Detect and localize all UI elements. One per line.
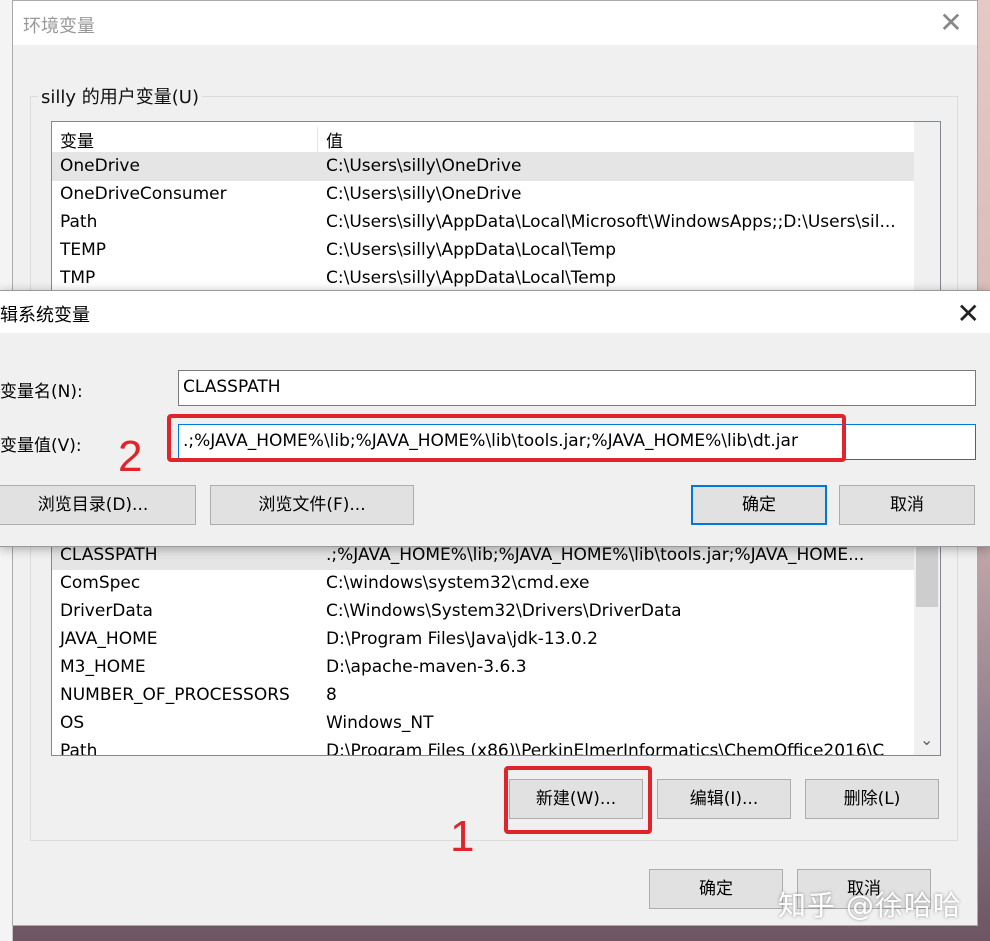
variable-name: OS (60, 713, 85, 733)
highlight-value-field (167, 414, 846, 462)
variable-name: Path (60, 212, 98, 232)
variable-value: C:\Windows\System32\Drivers\DriverData (326, 601, 682, 621)
variable-value: C:\windows\system32\cmd.exe (326, 573, 590, 593)
variable-value: .;%JAVA_HOME%\lib;%JAVA_HOME%\lib\tools.… (326, 545, 865, 565)
column-header-value[interactable]: 值 (326, 127, 343, 152)
list-item[interactable]: OneDrive C:\Users\silly\OneDrive (52, 153, 914, 181)
variable-value: D:\Program Files (x86)\PerkinElmerInform… (326, 741, 885, 756)
variable-name: M3_HOME (60, 657, 146, 677)
variable-value-label: 变量值(V): (0, 436, 82, 456)
list-item[interactable]: DriverData C:\Windows\System32\Drivers\D… (52, 598, 914, 626)
variable-name: OneDrive (60, 156, 140, 176)
list-item[interactable]: M3_HOME D:\apache-maven-3.6.3 (52, 654, 914, 682)
system-variables-list[interactable]: CLASSPATH .;%JAVA_HOME%\lib;%JAVA_HOME%\… (51, 521, 941, 756)
variable-value: Windows_NT (326, 713, 434, 733)
list-item[interactable]: ComSpec C:\windows\system32\cmd.exe (52, 570, 914, 598)
variable-value: 8 (326, 685, 337, 705)
edit-button[interactable]: 编辑(I)... (657, 779, 791, 819)
annotation-step-2: 2 (118, 432, 143, 481)
browse-file-button[interactable]: 浏览文件(F)... (210, 485, 414, 525)
variable-name: CLASSPATH (60, 545, 158, 565)
close-icon[interactable]: ✕ (937, 9, 965, 37)
env-window-title: 环境变量 (23, 16, 95, 37)
list-item[interactable]: TMP C:\Users\silly\AppData\Local\Temp (52, 265, 914, 293)
variable-value: C:\Users\silly\OneDrive (326, 156, 522, 176)
variable-value: C:\Users\silly\AppData\Local\Microsoft\W… (326, 212, 896, 232)
list-item[interactable]: Path D:\Program Files (x86)\PerkinElmerI… (52, 738, 914, 756)
annotation-step-1: 1 (450, 812, 475, 861)
list-item[interactable]: TEMP C:\Users\silly\AppData\Local\Temp (52, 237, 914, 265)
variable-value: C:\Users\silly\AppData\Local\Temp (326, 268, 617, 288)
browse-directory-button[interactable]: 浏览目录(D)... (0, 485, 196, 525)
user-variables-group-label: silly 的用户变量(U) (38, 83, 202, 109)
variable-name: TMP (60, 268, 96, 288)
close-icon[interactable]: ✕ (957, 297, 980, 330)
ok-button[interactable]: 确定 (649, 869, 783, 909)
vertical-scrollbar[interactable]: ⌄ (914, 522, 940, 755)
variable-name: Path (60, 741, 98, 756)
list-header: 变量 值 (52, 122, 914, 157)
chevron-down-icon[interactable]: ⌄ (920, 730, 933, 749)
edit-dialog-titlebar: 辑系统变量 ✕ (0, 291, 990, 333)
list-item[interactable]: OneDriveConsumer C:\Users\silly\OneDrive (52, 181, 914, 209)
variable-value: C:\Users\silly\OneDrive (326, 184, 522, 204)
variable-name: OneDriveConsumer (60, 184, 227, 204)
delete-button[interactable]: 删除(L) (805, 779, 939, 819)
variable-value: D:\Program Files\Java\jdk-13.0.2 (326, 629, 598, 649)
variable-name-field[interactable]: CLASSPATH (178, 370, 976, 406)
watermark: 知乎 @徐哈哈 (778, 889, 962, 922)
variable-value: C:\Users\silly\AppData\Local\Temp (326, 240, 617, 260)
list-item[interactable]: OS Windows_NT (52, 710, 914, 738)
variable-name: NUMBER_OF_PROCESSORS (60, 685, 290, 705)
variable-name-label: 变量名(N): (0, 382, 83, 402)
list-item[interactable]: JAVA_HOME D:\Program Files\Java\jdk-13.0… (52, 626, 914, 654)
variable-name: ComSpec (60, 573, 141, 593)
user-variables-list[interactable]: 变量 值 OneDrive C:\Users\silly\OneDrive On… (51, 121, 941, 301)
highlight-new-button (504, 766, 652, 834)
scrollbar-thumb[interactable] (916, 542, 938, 607)
variable-name: TEMP (60, 240, 107, 260)
variable-value: D:\apache-maven-3.6.3 (326, 657, 527, 677)
edit-cancel-button[interactable]: 取消 (839, 485, 975, 525)
variable-name: JAVA_HOME (60, 629, 158, 649)
edit-ok-button[interactable]: 确定 (691, 485, 827, 525)
vertical-scrollbar[interactable] (914, 122, 940, 300)
variable-name: DriverData (60, 601, 153, 621)
column-header-variable[interactable]: 变量 (60, 127, 94, 152)
list-item[interactable]: Path C:\Users\silly\AppData\Local\Micros… (52, 209, 914, 237)
edit-dialog-title: 辑系统变量 (0, 305, 90, 326)
env-titlebar: 环境变量 ✕ (13, 1, 977, 45)
list-item[interactable]: NUMBER_OF_PROCESSORS 8 (52, 682, 914, 710)
